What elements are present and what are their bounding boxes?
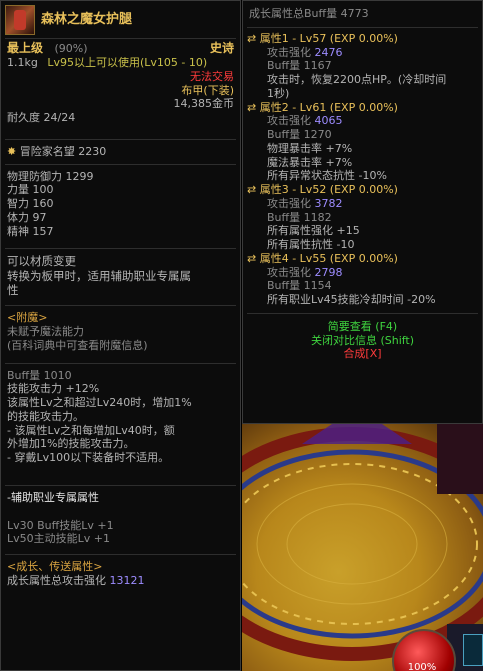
swap-icon: ⇄: [247, 183, 257, 196]
prop-desc: 所有属性抗性 -10: [267, 238, 355, 251]
game-scene: 100%: [242, 424, 483, 671]
prop-title: 属性2 - Lv61 (EXP 0.00%): [259, 100, 398, 114]
enchant-line: (百科词典中可查看附魔信息): [7, 338, 148, 352]
item-header: 森林之魔女护腿: [1, 1, 240, 38]
prop-title: 属性4 - Lv55 (EXP 0.00%): [259, 251, 398, 265]
growth-prop-4: ⇄ 属性4 - Lv55 (EXP 0.00%) 攻击强化 2798 Buff量…: [247, 252, 478, 307]
support-line: Lv50主动技能Lv +1: [7, 532, 110, 546]
support-line: Lv30 Buff技能Lv +1: [7, 518, 114, 532]
prop-atk-label: 攻击强化: [267, 265, 311, 279]
game-floor-pattern: [242, 424, 483, 671]
swap-icon: ⇄: [247, 251, 257, 265]
close-compare-link[interactable]: 关闭对比信息 (Shift): [243, 334, 482, 348]
prop-atk-value: 3782: [314, 196, 343, 210]
item-tooltip-right: 成长属性总Buff量 4773 ⇄ 属性1 - Lv57 (EXP 0.00%)…: [242, 0, 483, 424]
prop-buff: Buff量 1182: [267, 210, 332, 224]
prop-desc: 所有职业Lv45技能冷却时间 -20%: [267, 293, 436, 306]
prop-desc: 1秒): [267, 86, 290, 100]
prop-buff: Buff量 1270: [267, 128, 332, 141]
prop-atk-label: 攻击强化: [267, 45, 311, 59]
buff-line: 技能攻击力 +12%: [7, 382, 100, 396]
item-icon: [5, 5, 35, 35]
stat-vitality: 体力 97: [7, 210, 47, 224]
item-tooltip-left: 森林之魔女护腿 最上级 (90%) 史诗 1.1kg Lv95以上可以使用(Lv…: [0, 0, 241, 671]
item-trade-status: 无法交易: [190, 69, 234, 83]
swap-icon: ⇄: [247, 100, 257, 114]
buff-line: - 该属性Lv之和每增加Lv40时，额: [7, 423, 175, 437]
growth-prop-2: ⇄ 属性2 - Lv61 (EXP 0.00%) 攻击强化 4065 Buff量…: [247, 101, 478, 184]
prop-desc: 魔法暴击率 +7%: [267, 155, 353, 169]
item-stats: 物理防御力 1299 力量 100 智力 160 体力 97 精神 157: [1, 165, 240, 241]
enchant-title: <附魔>: [7, 311, 48, 325]
stat-strength: 力量 100: [7, 183, 54, 197]
buff-line: - 穿戴Lv100以下装备时不适用。: [7, 451, 170, 465]
transfer-line: 性: [7, 283, 19, 297]
transfer-line: 转换为板甲时，适用辅助职业专属属: [7, 268, 191, 283]
item-reputation: 冒险家名望 2230: [19, 144, 107, 158]
item-weight: 1.1kg: [7, 56, 38, 69]
hp-percent: 100%: [407, 662, 437, 671]
prop-buff: Buff量 1154: [267, 279, 332, 293]
synth-link[interactable]: 合成[X]: [243, 347, 482, 361]
prop-desc: 攻击时，恢复2200点HP。(冷却时间: [267, 73, 447, 86]
total-buff-label: 成长属性总Buff量: [249, 7, 338, 20]
growth-prop-1: ⇄ 属性1 - Lv57 (EXP 0.00%) 攻击强化 2476 Buff量…: [247, 32, 478, 101]
swap-icon: ⇄: [247, 31, 257, 45]
prop-atk-value: 4065: [314, 114, 343, 128]
item-name: 森林之魔女护腿: [41, 11, 133, 27]
item-rarity: 史诗: [209, 41, 234, 55]
prop-atk-value: 2476: [314, 45, 343, 59]
buff-amount: Buff量 1010: [7, 368, 72, 382]
item-level-req: Lv95以上可以使用(Lv105 - 10): [47, 56, 208, 69]
stat-spirit: 精神 157: [7, 224, 54, 238]
growth-title: <成长、传送属性>: [7, 560, 103, 574]
prop-buff: Buff量 1167: [267, 59, 332, 73]
buff-line: 外增加1%的技能攻击力。: [7, 437, 135, 451]
prop-desc: 所有属性强化 +15: [267, 224, 360, 238]
growth-prop-3: ⇄ 属性3 - Lv52 (EXP 0.00%) 攻击强化 3782 Buff量…: [247, 183, 478, 252]
prop-desc: 物理暴击率 +7%: [267, 141, 353, 155]
total-buff-value: 4773: [340, 7, 369, 20]
stat-defense: 物理防御力 1299: [7, 169, 94, 183]
prop-desc: 所有异常状态抗性 -10%: [267, 169, 387, 183]
skill-slot[interactable]: [463, 634, 483, 666]
buff-line: 该属性Lv之和超过Lv240时，增加1%: [7, 396, 192, 410]
prop-title: 属性1 - Lv57 (EXP 0.00%): [259, 31, 398, 45]
item-grade-pct: (90%): [54, 42, 88, 55]
prop-atk-value: 2798: [314, 265, 343, 279]
stat-intelligence: 智力 160: [7, 197, 54, 210]
enchant-line: 未赋予魔法能力: [7, 325, 84, 339]
item-price: 14,385金币: [173, 97, 235, 111]
item-durability: 耐久度 24/24: [7, 111, 76, 124]
item-grade: 最上级: [7, 41, 44, 55]
brief-view-link[interactable]: 简要查看 (F4): [243, 320, 482, 334]
buff-line: 的技能攻击力。: [7, 409, 84, 423]
growth-attack-label: 成长属性总攻击强化: [7, 573, 106, 587]
support-title: -辅助职业专属属性: [7, 490, 99, 504]
item-armor-type: 布甲(下装): [181, 83, 234, 97]
transfer-line: 可以材质变更: [7, 254, 76, 269]
reputation-icon: ✸: [7, 144, 17, 158]
growth-attack-value: 13121: [109, 573, 145, 587]
prop-atk-label: 攻击强化: [267, 114, 311, 128]
prop-atk-label: 攻击强化: [267, 196, 311, 210]
prop-title: 属性3 - Lv52 (EXP 0.00%): [259, 183, 398, 196]
